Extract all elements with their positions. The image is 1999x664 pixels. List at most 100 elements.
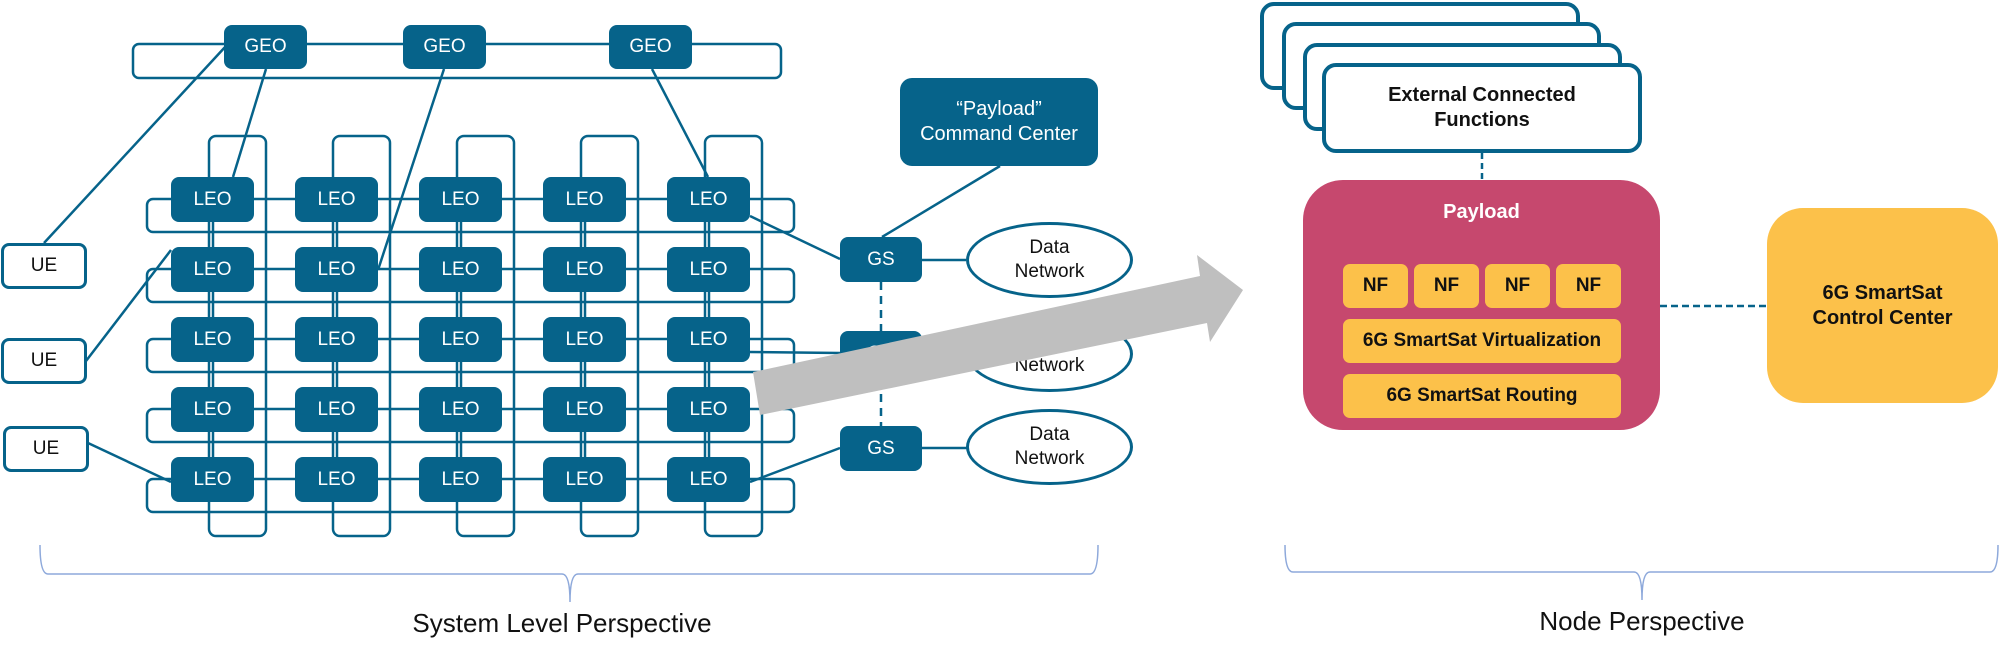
user-equipment-label: UE <box>30 255 58 277</box>
leo-satellite: LEO <box>295 457 378 502</box>
leo-satellite: LEO <box>171 247 254 292</box>
leo-satellite-label: LEO <box>565 468 604 490</box>
leo-satellite: LEO <box>419 387 502 432</box>
leo-satellite-label: LEO <box>193 258 232 280</box>
ground-station: GS <box>840 331 922 376</box>
nf-label: NF <box>1575 275 1602 297</box>
link-ue3-leo <box>87 441 172 484</box>
leo-satellite: LEO <box>295 387 378 432</box>
node-perspective-caption: Node Perspective <box>1539 606 1745 636</box>
link-geo3-leo <box>650 68 710 178</box>
user-equipment: UE <box>1 338 87 384</box>
leo-satellite: LEO <box>171 177 254 222</box>
control-center-line2: Control Center <box>1812 306 1953 329</box>
routing-layer: 6G SmartSat Routing <box>1343 374 1621 418</box>
leo-satellite: LEO <box>667 457 750 502</box>
data-network: Data Network <box>966 316 1133 392</box>
leo-satellite: LEO <box>543 247 626 292</box>
external-functions-line2: Functions <box>1434 109 1530 131</box>
leo-satellite: LEO <box>543 317 626 362</box>
leo-satellite: LEO <box>667 177 750 222</box>
link-leo-gs3 <box>749 446 841 484</box>
routing-label: 6G SmartSat Routing <box>1386 385 1578 407</box>
leo-satellite-label: LEO <box>441 328 480 350</box>
leo-satellite: LEO <box>667 317 750 362</box>
ground-station-label: GS <box>867 437 895 459</box>
leo-satellite-label: LEO <box>193 328 232 350</box>
leo-satellite-label: LEO <box>193 398 232 420</box>
user-equipment: UE <box>1 243 87 289</box>
leo-satellite: LEO <box>419 457 502 502</box>
data-network-line1: Data <box>1029 424 1070 446</box>
user-equipment-label: UE <box>32 438 60 460</box>
geo-satellite-label: GEO <box>629 36 672 58</box>
geo-satellite-label: GEO <box>423 36 466 58</box>
command-center-line2: Command Center <box>920 123 1078 145</box>
leo-satellite-label: LEO <box>689 258 728 280</box>
user-equipment: UE <box>3 426 89 472</box>
data-network: Data Network <box>966 409 1133 485</box>
ground-station-label: GS <box>867 342 895 364</box>
virtualization-layer: 6G SmartSat Virtualization <box>1343 319 1621 363</box>
leo-satellite: LEO <box>543 457 626 502</box>
link-ue2-leo <box>85 249 172 362</box>
leo-satellite: LEO <box>295 247 378 292</box>
geo-satellite: GEO <box>403 25 486 69</box>
system-level-caption: System Level Perspective <box>412 608 712 638</box>
command-center-line1: “Payload” <box>956 98 1042 120</box>
leo-satellite-label: LEO <box>193 468 232 490</box>
leo-satellite-label: LEO <box>565 328 604 350</box>
ground-station: GS <box>840 237 922 282</box>
smartsat-control-center: 6G SmartSat Control Center <box>1767 208 1998 403</box>
virtualization-label: 6G SmartSat Virtualization <box>1362 330 1602 352</box>
nf-box: NF <box>1343 264 1408 308</box>
leo-satellite: LEO <box>419 317 502 362</box>
data-network-line2: Network <box>1014 355 1085 376</box>
nf-label: NF <box>1362 275 1389 297</box>
nf-label: NF <box>1433 275 1460 297</box>
nf-box: NF <box>1485 264 1550 308</box>
leo-satellite-label: LEO <box>689 328 728 350</box>
leo-satellite-label: LEO <box>689 468 728 490</box>
data-network-line1: Data <box>1029 237 1070 259</box>
data-network-line2: Network <box>1014 448 1085 469</box>
leo-satellite-label: LEO <box>317 468 356 490</box>
leo-satellite-label: LEO <box>441 398 480 420</box>
data-network-line2: Network <box>1014 261 1085 282</box>
leo-satellite: LEO <box>667 387 750 432</box>
nf-box: NF <box>1556 264 1621 308</box>
nf-label: NF <box>1504 275 1531 297</box>
ground-station: GS <box>840 426 922 471</box>
nf-box: NF <box>1414 264 1479 308</box>
leo-satellite: LEO <box>419 247 502 292</box>
leo-satellite: LEO <box>667 247 750 292</box>
data-network: Data Network <box>966 222 1133 298</box>
leo-satellite-label: LEO <box>317 188 356 210</box>
leo-satellite-label: LEO <box>565 188 604 210</box>
geo-satellite: GEO <box>224 25 307 69</box>
geo-satellite-label: GEO <box>244 36 287 58</box>
leo-satellite: LEO <box>171 457 254 502</box>
leo-satellite-label: LEO <box>193 188 232 210</box>
leo-satellite-label: LEO <box>565 258 604 280</box>
payload-title: Payload <box>1443 201 1520 223</box>
leo-satellite-label: LEO <box>317 328 356 350</box>
external-connected-functions: External Connected Functions <box>1322 63 1642 153</box>
leo-satellite: LEO <box>543 177 626 222</box>
leo-satellite-label: LEO <box>317 398 356 420</box>
link-geo2-leo <box>376 68 446 271</box>
payload-command-center: “Payload” Command Center <box>900 78 1098 166</box>
leo-satellite: LEO <box>543 387 626 432</box>
leo-satellite-label: LEO <box>317 258 356 280</box>
leo-satellite: LEO <box>419 177 502 222</box>
leo-satellite-label: LEO <box>565 398 604 420</box>
user-equipment-label: UE <box>30 350 58 372</box>
leo-satellite-label: LEO <box>441 258 480 280</box>
external-functions-line1: External Connected <box>1388 84 1576 106</box>
leo-satellite: LEO <box>171 317 254 362</box>
control-center-line1: 6G SmartSat <box>1822 281 1943 304</box>
leo-satellite-label: LEO <box>441 188 480 210</box>
link-geo1-leo <box>231 68 268 178</box>
leo-satellite: LEO <box>295 317 378 362</box>
link-gs1-command <box>881 164 1001 239</box>
